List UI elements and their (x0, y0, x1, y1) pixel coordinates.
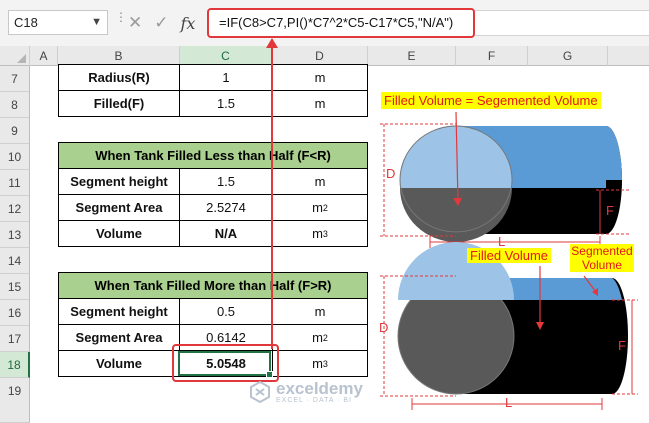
filled-unit[interactable]: m (272, 90, 368, 117)
caption-filled-equals-segmented: Filled Volume = Segemented Volume (381, 92, 601, 109)
column-header-f[interactable]: F (456, 46, 528, 66)
table-row-value[interactable]: 0.5 (179, 298, 273, 325)
table-row-value[interactable]: N/A (179, 220, 273, 247)
formula-input[interactable]: =IF(C8>C7,PI()*C7^2*C5-C17*C5,"N/A") (207, 8, 475, 38)
caption-filled-volume: Filled Volume (467, 248, 552, 263)
table-row-label[interactable]: Segment Area (58, 194, 180, 221)
row-header-16[interactable]: 16 (0, 300, 30, 326)
watermark-tagline: EXCEL · DATA · BI (276, 397, 352, 404)
table-row-unit[interactable]: m2 (272, 194, 368, 221)
column-header-g[interactable]: G (528, 46, 608, 66)
label-d-bottom: D (379, 320, 389, 335)
table-row-label[interactable]: Volume (58, 350, 180, 377)
filled-label[interactable]: Filled(F) (58, 90, 180, 117)
radius-value[interactable]: 1 (179, 64, 273, 91)
column-header-b[interactable]: B (58, 46, 180, 66)
highlight-box (172, 344, 279, 382)
row-header-13[interactable]: 13 (0, 222, 30, 248)
table-row-unit[interactable]: m3 (272, 220, 368, 247)
table-row-value[interactable]: 2.5274 (179, 194, 273, 221)
unit-exponent: 3 (322, 228, 328, 239)
unit-exponent: 3 (322, 358, 328, 369)
unit-text: m (312, 356, 323, 371)
drag-handle-icon[interactable]: ⋮ (115, 11, 127, 32)
annotation-arrow-line (271, 40, 273, 349)
table-row-label[interactable]: Volume (58, 220, 180, 247)
unit-text: m (312, 226, 323, 241)
unit-text: m (314, 304, 326, 319)
unit-text: m (312, 200, 323, 215)
unit-text: m (314, 174, 326, 189)
row-header-12[interactable]: 12 (0, 196, 30, 222)
insert-function-button[interactable]: fx (181, 14, 196, 33)
row-header-11[interactable]: 11 (0, 170, 30, 196)
column-headers: A B C D E F G (0, 46, 649, 66)
table-less-title[interactable]: When Tank Filled Less than Half (F<R) (58, 142, 368, 169)
row-header-19[interactable]: 19 (0, 378, 30, 423)
column-header-d[interactable]: D (272, 46, 368, 66)
row-header-18[interactable]: 18 (0, 352, 30, 378)
unit-text: m (312, 330, 323, 345)
name-box-value: C18 (14, 15, 38, 30)
caption-segmented-volume: Segmented Volume (570, 244, 634, 272)
radius-unit[interactable]: m (272, 64, 368, 91)
label-l-bottom: L (505, 395, 513, 410)
column-header-c[interactable]: C (180, 46, 272, 66)
row-header-17[interactable]: 17 (0, 326, 30, 352)
column-header-e[interactable]: E (368, 46, 456, 66)
table-row-unit[interactable]: m (272, 168, 368, 195)
row-header-15[interactable]: 15 (0, 274, 30, 300)
filled-value[interactable]: 1.5 (179, 90, 273, 117)
exceldemy-watermark: exceldemy EXCEL · DATA · BI (250, 380, 363, 404)
label-f-bottom: F (618, 338, 626, 353)
formula-bar: C18 ▼ ⋮ ✕ ✓ fx =IF(C8>C7,PI()*C7^2*C5-C1… (0, 0, 649, 47)
row-header-9[interactable]: 9 (0, 118, 30, 144)
table-row-label[interactable]: Segment height (58, 298, 180, 325)
row-header-10[interactable]: 10 (0, 144, 30, 170)
label-l-top: L (498, 234, 506, 249)
select-all-button[interactable] (0, 46, 30, 66)
radius-label[interactable]: Radius(R) (58, 64, 180, 91)
row-header-8[interactable]: 8 (0, 92, 30, 118)
table-row-label[interactable]: Segment Area (58, 324, 180, 351)
chevron-down-icon[interactable]: ▼ (91, 11, 102, 34)
table-row-unit[interactable]: m2 (272, 324, 368, 351)
row-header-14[interactable]: 14 (0, 248, 30, 274)
label-f-top: F (606, 203, 614, 218)
unit-exponent: 2 (322, 332, 328, 343)
row-header-7[interactable]: 7 (0, 66, 30, 92)
table-row-unit[interactable]: m3 (272, 350, 368, 377)
exceldemy-logo-icon (250, 381, 270, 403)
table-row-label[interactable]: Segment height (58, 168, 180, 195)
column-header-a[interactable]: A (30, 46, 58, 66)
annotation-arrow-head (266, 38, 278, 48)
unit-exponent: 2 (322, 202, 328, 213)
label-d-top: D (386, 166, 396, 181)
name-box[interactable]: C18 ▼ (8, 10, 108, 35)
tank-less-half (380, 111, 630, 248)
table-more-title[interactable]: When Tank Filled More than Half (F>R) (58, 272, 368, 299)
table-row-unit[interactable]: m (272, 298, 368, 325)
cancel-icon[interactable]: ✕ (128, 13, 142, 33)
watermark-name: exceldemy (276, 379, 363, 398)
enter-icon[interactable]: ✓ (154, 13, 168, 33)
table-row-value[interactable]: 1.5 (179, 168, 273, 195)
formula-input-extension[interactable] (475, 10, 649, 36)
